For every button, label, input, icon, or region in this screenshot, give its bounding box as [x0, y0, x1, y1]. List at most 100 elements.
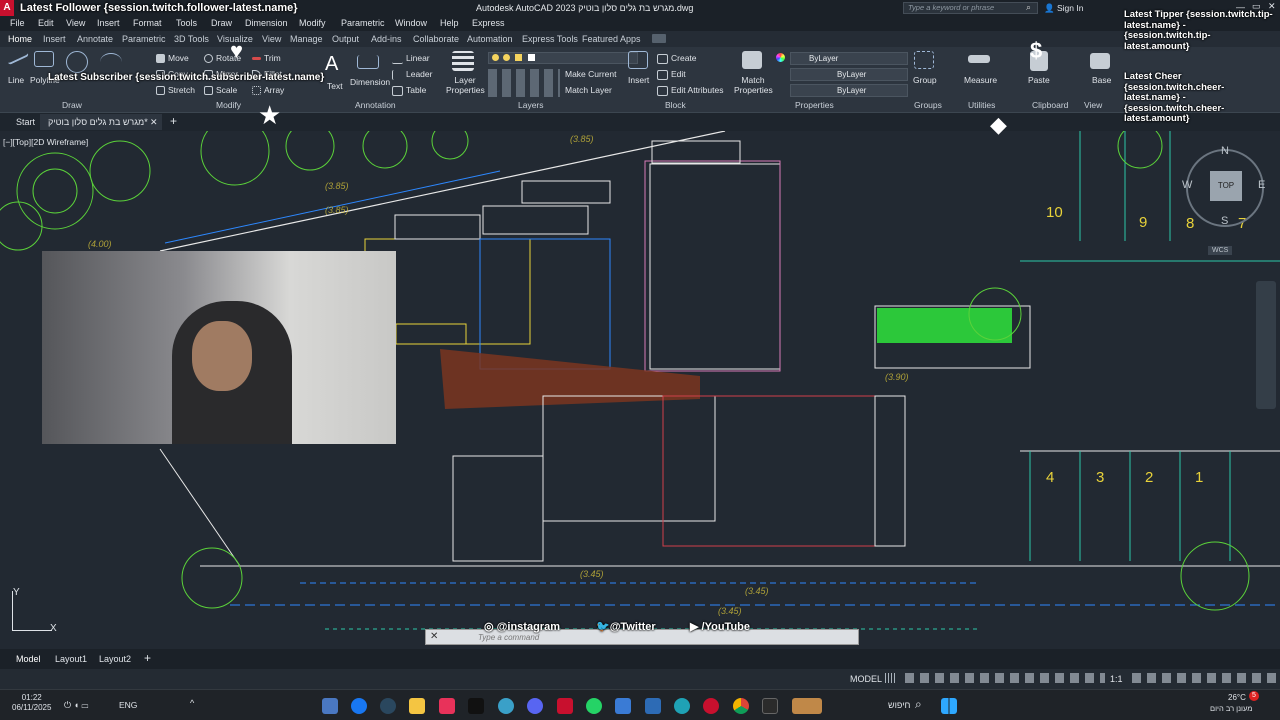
layers-panel-title[interactable]: Layers	[518, 100, 544, 110]
viewcube-top-face[interactable]: TOP	[1210, 171, 1242, 201]
annotation-panel-title[interactable]: Annotation	[355, 100, 396, 110]
model-space-button[interactable]: MODEL	[850, 674, 882, 684]
menu-dimension[interactable]: Dimension	[245, 18, 288, 28]
text-icon[interactable]: A	[325, 53, 338, 76]
capcut-icon[interactable]	[439, 698, 455, 714]
properties-panel-title[interactable]: Properties	[795, 100, 834, 110]
tab-view[interactable]: View	[262, 34, 281, 44]
move-button[interactable]: Move	[156, 53, 189, 64]
menu-edit[interactable]: Edit	[38, 18, 54, 28]
tab-add-ins[interactable]: Add-ins	[371, 34, 402, 44]
group-icon[interactable]	[914, 51, 934, 69]
groups-panel-title[interactable]: Groups	[914, 100, 942, 110]
search-box[interactable]: Type a keyword or phrase	[903, 2, 1038, 14]
utilities-panel-title[interactable]: Utilities	[968, 100, 995, 110]
block-panel-title[interactable]: Block	[665, 100, 686, 110]
trim-button[interactable]: Trim	[252, 53, 281, 63]
edit-attributes-button[interactable]: Edit Attributes	[657, 85, 723, 96]
calculator-icon[interactable]	[615, 698, 631, 714]
taskbar-search-icon[interactable]: ⌕	[915, 697, 922, 712]
start-tab[interactable]: Start	[16, 117, 35, 127]
chrome-icon[interactable]	[733, 698, 749, 714]
store-icon[interactable]	[645, 698, 661, 714]
file-explorer-icon[interactable]	[409, 698, 425, 714]
table-button[interactable]: Table	[392, 85, 426, 96]
menu-file[interactable]: File	[10, 18, 25, 28]
dimension-icon[interactable]	[357, 55, 379, 69]
text-button[interactable]: Text	[327, 81, 343, 91]
measure-button[interactable]: Measure	[964, 75, 997, 85]
system-tray-icons[interactable]: ⏻ ◖ ▭	[64, 700, 88, 711]
viewport-controls-label[interactable]: [−][Top][2D Wireframe]	[3, 137, 88, 147]
status-toggle-icons[interactable]	[905, 673, 1105, 683]
close-tab-icon[interactable]: ✕	[150, 117, 158, 128]
tab-automation[interactable]: Automation	[467, 34, 513, 44]
circle-icon[interactable]	[66, 51, 88, 73]
line-button[interactable]: Line	[8, 75, 24, 85]
search-highlight-icon[interactable]	[792, 698, 822, 714]
menu-modify[interactable]: Modify	[299, 18, 326, 28]
layer-tools-icons[interactable]	[488, 69, 560, 97]
layer-properties-icon[interactable]	[452, 51, 474, 71]
clock[interactable]: 01:22 06/11/2025	[12, 693, 51, 713]
menu-express[interactable]: Express	[472, 18, 505, 28]
layer-properties-button[interactable]: Layer Properties	[446, 75, 485, 95]
leader-button[interactable]: Leader	[392, 69, 432, 80]
make-current-button[interactable]: Make Current	[565, 69, 617, 79]
terminal-icon[interactable]	[762, 698, 778, 714]
wcs-menu[interactable]: WCS	[1208, 246, 1233, 255]
tab-output[interactable]: Output	[332, 34, 359, 44]
sign-in-link[interactable]: 👤 Sign In	[1044, 3, 1083, 14]
taskbar-search-label[interactable]: חיפוש	[888, 700, 910, 710]
edit-block-button[interactable]: Edit	[657, 69, 686, 80]
base-view-icon[interactable]	[1090, 53, 1110, 69]
menu-tools[interactable]: Tools	[176, 18, 197, 28]
linetype-dropdown[interactable]: ByLayer	[790, 68, 908, 81]
create-block-button[interactable]: Create	[657, 53, 697, 64]
tab-home[interactable]: Home	[8, 34, 32, 44]
group-button[interactable]: Group	[913, 75, 937, 85]
layer-dropdown[interactable]	[488, 52, 638, 64]
notification-badge[interactable]: 5	[1249, 691, 1259, 701]
layout2-tab[interactable]: Layout2	[99, 654, 131, 664]
drawing-canvas[interactable]: [−][Top][2D Wireframe] (3.85) (3.85) (3.…	[0, 131, 1280, 649]
measure-icon[interactable]	[968, 55, 990, 63]
add-layout-button[interactable]: +	[144, 651, 151, 665]
linear-button[interactable]: Linear	[392, 53, 430, 64]
viewcube[interactable]: TOP N S W E	[1182, 145, 1265, 227]
model-tab[interactable]: Model	[16, 654, 41, 664]
widgets-icon[interactable]	[322, 698, 338, 714]
drawing-tab[interactable]: מגרש בת גלים סלון בוטיק*	[40, 114, 162, 130]
paste-button[interactable]: Paste	[1028, 75, 1050, 85]
menu-parametric[interactable]: Parametric	[341, 18, 385, 28]
tab-collaborate[interactable]: Collaborate	[413, 34, 459, 44]
viewcube-north[interactable]: N	[1221, 145, 1229, 157]
command-close-icon[interactable]: ✕	[430, 631, 438, 642]
steam-icon[interactable]	[380, 698, 396, 714]
new-tab-button[interactable]: +	[170, 114, 177, 128]
modify-panel-title[interactable]: Modify	[216, 100, 241, 110]
tab-manage[interactable]: Manage	[290, 34, 323, 44]
language-indicator[interactable]: ENG	[119, 700, 137, 710]
match-properties-button[interactable]: Match Properties	[734, 75, 773, 95]
edge-dev-icon[interactable]	[498, 698, 514, 714]
tab-annotate[interactable]: Annotate	[77, 34, 113, 44]
menu-draw[interactable]: Draw	[211, 18, 232, 28]
tray-chevron-icon[interactable]: ^	[190, 698, 194, 708]
match-properties-icon[interactable]	[742, 51, 762, 69]
stretch-button[interactable]: Stretch	[156, 85, 195, 96]
ribbon-toggle-icon[interactable]	[652, 34, 666, 43]
line-icon[interactable]	[4, 46, 30, 66]
scale-button[interactable]: Scale	[204, 85, 237, 96]
viewcube-west[interactable]: W	[1182, 179, 1192, 191]
edge-icon[interactable]	[674, 698, 690, 714]
match-layer-button[interactable]: Match Layer	[565, 85, 612, 95]
menu-insert[interactable]: Insert	[97, 18, 120, 28]
search-icon[interactable]: ⌕	[1026, 2, 1031, 13]
annotation-scale[interactable]: 1:1	[1110, 674, 1123, 684]
command-input[interactable]: Type a command	[478, 633, 539, 642]
tab-featured-apps[interactable]: Featured Apps	[582, 34, 641, 44]
view-panel-title[interactable]: View	[1084, 100, 1102, 110]
windows-start-icon[interactable]	[941, 698, 957, 714]
menu-view[interactable]: View	[66, 18, 85, 28]
